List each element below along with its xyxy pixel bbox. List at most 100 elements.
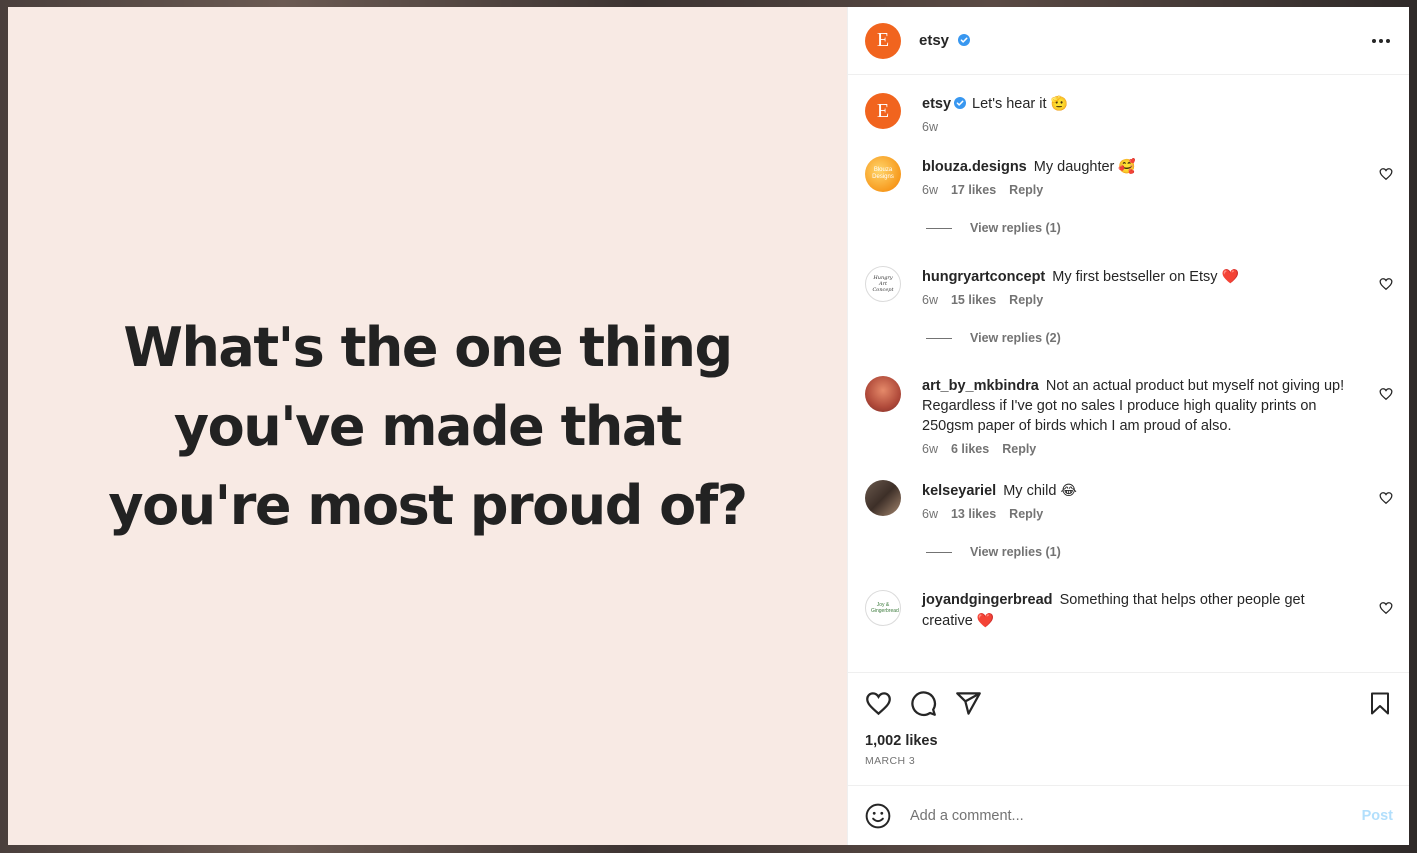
post-actions: 1,002 likes MARCH 3 [848, 672, 1409, 785]
author-avatar[interactable]: E [865, 22, 901, 59]
heart-icon [866, 691, 891, 715]
comment-emoji: ❤️ [976, 612, 995, 628]
share-button[interactable] [955, 690, 982, 717]
comment-likes-count[interactable]: 17 likes [951, 183, 996, 197]
comment-input[interactable] [910, 807, 1362, 824]
caption-emoji: 🫡 [1050, 95, 1069, 111]
comment-username[interactable]: art_by_mkbindra [922, 378, 1039, 394]
verified-badge-icon [954, 97, 967, 109]
comment-text: kelseyariel My child 😂 [922, 480, 1357, 501]
commenter-avatar[interactable]: Hungry Art Concept [865, 266, 901, 302]
comment-icon [911, 690, 937, 716]
avatar-logo-text: Joy & Gingerbread [871, 602, 899, 614]
view-replies-label: View replies (2) [970, 331, 1061, 345]
more-options-button[interactable] [1369, 29, 1393, 53]
post-comment-button[interactable]: Post [1362, 808, 1393, 824]
reply-button[interactable]: Reply [1009, 507, 1043, 521]
comment-body: hungryartconcept My first bestseller on … [922, 266, 1393, 307]
comment-message: My first bestseller on Etsy [1052, 269, 1218, 285]
comment-username[interactable]: hungryartconcept [922, 269, 1045, 285]
send-icon [956, 691, 981, 715]
save-button[interactable] [1366, 690, 1393, 717]
comment-like-heart-icon[interactable] [1379, 277, 1393, 291]
verified-badge-icon [958, 34, 971, 46]
comment-username[interactable]: kelseyariel [922, 483, 996, 499]
comment-likes-count[interactable]: 15 likes [951, 293, 996, 307]
view-replies-button[interactable]: View replies (1) [926, 221, 1393, 235]
comment-meta: 6w 13 likes Reply [922, 507, 1357, 521]
view-replies-label: View replies (1) [970, 221, 1061, 235]
post-caption: E etsy Let's hear it 🫡 6w [865, 93, 1393, 134]
comment-likes-count[interactable]: 6 likes [951, 442, 989, 456]
comment-text: blouza.designs My daughter 🥰 [922, 156, 1357, 177]
like-button[interactable] [865, 690, 892, 717]
avatar-logo-text: Hungry Art Concept [872, 275, 894, 293]
emoji-picker-button[interactable] [865, 803, 891, 829]
post-header: E etsy [848, 7, 1409, 75]
action-icon-row [865, 687, 1393, 719]
comment-time[interactable]: 6w [922, 442, 938, 456]
caption-text: etsy Let's hear it 🫡 [922, 93, 1357, 114]
reply-button[interactable]: Reply [1002, 442, 1036, 456]
comment-emoji: ❤️ [1221, 268, 1239, 284]
comment-username[interactable]: joyandgingerbread [922, 592, 1053, 608]
view-replies-button[interactable]: View replies (1) [926, 545, 1393, 559]
comment-meta: 6w 6 likes Reply [922, 442, 1357, 456]
comment-button[interactable] [910, 690, 937, 717]
reply-button[interactable]: Reply [1009, 183, 1043, 197]
reply-button[interactable]: Reply [1009, 293, 1043, 307]
comment-like-heart-icon[interactable] [1379, 491, 1393, 505]
caption-message: Let's hear it [972, 96, 1047, 112]
view-replies-label: View replies (1) [970, 545, 1061, 559]
comment-username[interactable]: blouza.designs [922, 159, 1027, 175]
caption-author-avatar[interactable]: E [865, 93, 901, 129]
comment-emoji: 🥰 [1118, 158, 1136, 174]
comment-time[interactable]: 6w [922, 183, 938, 197]
smiley-icon [865, 803, 891, 828]
comment-message: My daughter [1033, 159, 1115, 175]
commenter-avatar[interactable]: Blouza Designs [865, 156, 901, 192]
comment-item: kelseyariel My child 😂 6w 13 likes Reply [865, 480, 1393, 521]
comment-message: My child [1003, 483, 1057, 499]
bookmark-icon [1370, 692, 1389, 714]
comment-emoji: 😂 [1060, 482, 1077, 498]
commenter-avatar[interactable] [865, 480, 901, 516]
comment-text: joyandgingerbread Something that helps o… [922, 590, 1357, 631]
author-username[interactable]: etsy [919, 32, 949, 49]
caption-username[interactable]: etsy [922, 96, 951, 112]
commenter-avatar[interactable] [865, 376, 901, 412]
comment-composer: Post [848, 785, 1409, 845]
avatar-logo-text: Blouza Designs [872, 167, 894, 180]
comment-body: kelseyariel My child 😂 6w 13 likes Reply [922, 480, 1393, 521]
comment-like-heart-icon[interactable] [1379, 167, 1393, 181]
comment-text: art_by_mkbindra Not an actual product bu… [922, 376, 1357, 436]
caption-time[interactable]: 6w [922, 120, 938, 134]
comment-body: blouza.designs My daughter 🥰 6w 17 likes… [922, 156, 1393, 197]
more-horizontal-icon [1372, 38, 1390, 43]
post-likes-count[interactable]: 1,002 likes [865, 733, 1393, 749]
replies-divider-line [926, 551, 952, 553]
comments-list[interactable]: E etsy Let's hear it 🫡 6w Blouza Designs … [848, 75, 1409, 672]
post-media[interactable]: What's the one thing you've made that yo… [8, 7, 847, 845]
comment-time[interactable]: 6w [922, 293, 938, 307]
comment-like-heart-icon[interactable] [1379, 601, 1393, 615]
replies-divider-line [926, 227, 952, 229]
comment-like-heart-icon[interactable] [1379, 387, 1393, 401]
comment-likes-count[interactable]: 13 likes [951, 507, 996, 521]
comment-body: joyandgingerbread Something that helps o… [922, 590, 1393, 631]
comment-body: art_by_mkbindra Not an actual product bu… [922, 376, 1393, 456]
caption-body: etsy Let's hear it 🫡 6w [922, 93, 1393, 134]
media-headline: What's the one thing you've made that yo… [108, 315, 748, 537]
replies-divider-line [926, 337, 952, 339]
view-replies-button[interactable]: View replies (2) [926, 331, 1393, 345]
comment-item: art_by_mkbindra Not an actual product bu… [865, 376, 1393, 456]
comment-item: Hungry Art Concept hungryartconcept My f… [865, 266, 1393, 307]
comment-time[interactable]: 6w [922, 507, 938, 521]
author-name[interactable]: etsy [919, 32, 971, 49]
comment-meta: 6w 15 likes Reply [922, 293, 1357, 307]
post-modal: What's the one thing you've made that yo… [8, 7, 1409, 845]
comment-text: hungryartconcept My first bestseller on … [922, 266, 1357, 287]
comment-item: Joy & Gingerbread joyandgingerbread Some… [865, 590, 1393, 631]
commenter-avatar[interactable]: Joy & Gingerbread [865, 590, 901, 626]
post-date[interactable]: MARCH 3 [865, 755, 1393, 767]
